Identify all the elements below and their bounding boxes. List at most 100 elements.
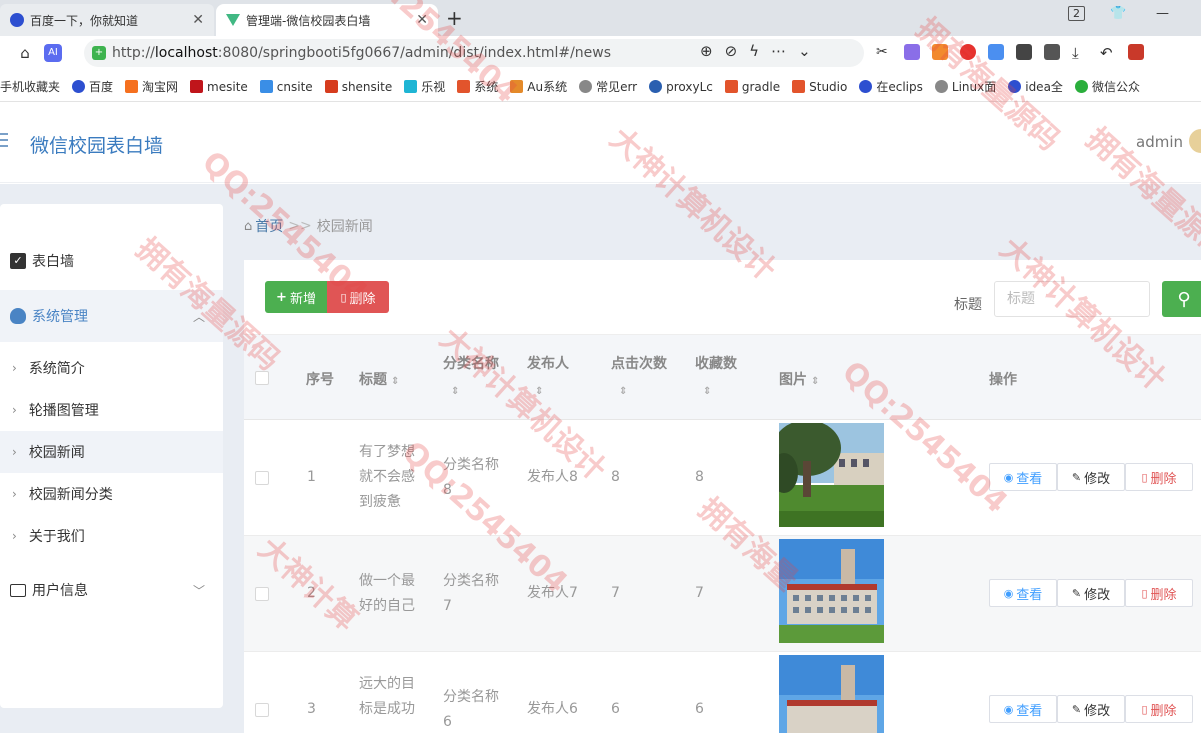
bookmark-item[interactable]: 系统 [457,78,498,95]
title-search-input[interactable] [994,281,1150,317]
row-checkbox[interactable] [255,703,269,717]
browser-tab-admin[interactable]: 管理端-微信校园表白墙 ✕ [216,4,438,36]
sidebar-item-news-category[interactable]: › 校园新闻分类 [0,473,223,515]
sidebar-item-label: 校园新闻 [28,445,85,461]
bookmark-label: 常见err [596,80,638,94]
select-all-checkbox[interactable] [255,371,269,385]
view-button[interactable]: ◉ 查看 [989,463,1057,491]
bookmark-item[interactable]: 乐视 [404,78,445,95]
url-host: localhost [154,45,218,61]
row-checkbox[interactable] [255,471,269,485]
menu-toggle-icon[interactable] [0,133,8,147]
row-delete-button[interactable]: ▯ 删除 [1125,579,1193,607]
row-checkbox[interactable] [255,587,269,601]
bookmark-item[interactable]: 淘宝网 [125,78,178,95]
header-publisher[interactable]: 发布人 ⇕ [527,351,569,405]
breadcrumb-home[interactable]: 首页 [255,216,283,236]
search-label: 标题 [954,297,982,313]
scissors-icon[interactable]: ✂ [876,44,892,60]
bookmark-item[interactable]: 百度 [72,78,113,95]
minimize-icon[interactable]: — [1156,6,1169,21]
bookmark-item[interactable]: Linux面 [934,78,996,95]
ai-icon[interactable]: AI [44,44,62,62]
weibo-icon[interactable] [960,44,976,60]
view-label: 查看 [1016,471,1043,487]
sidebar-item-system-management[interactable]: 系统管理 ︿ [0,290,223,342]
breadcrumb-current: 校园新闻 [316,219,373,235]
row-delete-button[interactable]: ▯ 删除 [1125,463,1193,491]
header-category[interactable]: 分类名称 ⇕ [443,351,499,405]
news-image[interactable] [779,655,884,733]
close-tab-icon[interactable]: ✕ [192,12,204,28]
sort-icon: ⇕ [451,386,460,397]
au-icon [510,80,524,93]
bookmark-item[interactable]: shensite [324,80,392,94]
bookmark-item[interactable]: 常见err [579,78,637,95]
bookmark-item[interactable]: proxyLc [649,80,713,94]
new-tab-button[interactable]: + [446,6,463,30]
header-image[interactable]: 图片 ⇕ [779,369,819,389]
edit-button[interactable]: ✎ 修改 [1057,579,1125,607]
bookmark-item[interactable]: 手机收藏夹 [0,78,60,95]
bookmark-item[interactable]: Au系统 [510,78,567,95]
bookmark-label: 百度 [89,80,114,94]
sidebar-item-carousel[interactable]: › 轮播图管理 [0,389,223,431]
sidebar-item-campus-news[interactable]: › 校园新闻 [0,431,223,473]
news-image[interactable] [779,539,884,643]
header-favorites[interactable]: 收藏数 ⇕ [695,351,737,405]
sidebar-item-system-intro[interactable]: › 系统简介 [0,347,223,389]
shirt-icon[interactable]: 👕 [1110,6,1126,21]
bookmark-label: idea全 [1025,80,1063,94]
row-delete-button[interactable]: ▯ 删除 [1125,695,1193,723]
browser-tab-baidu[interactable]: 百度一下，你就知道 ✕ [0,4,214,36]
cell-index: 1 [307,469,316,485]
puzzle-icon[interactable] [1044,44,1060,60]
sidebar-item-label: 轮播图管理 [28,403,99,419]
pocket-icon[interactable] [1016,44,1032,60]
window-count-badge[interactable]: 2 [1068,6,1085,21]
header-title[interactable]: 标题 ⇕ [359,369,399,389]
avatar[interactable] [1189,129,1201,153]
header-publisher-label: 发布人 [527,356,569,372]
more-icon[interactable]: ⋯ [771,42,786,60]
search-button[interactable]: ⚲ [1162,281,1201,317]
close-tab-icon[interactable]: ✕ [416,12,428,28]
home-icon[interactable]: ⌂ [12,44,38,62]
bookmark-item[interactable]: idea全 [1008,78,1063,95]
cell-publisher: 发布人7 [527,585,578,601]
delete-label: 删除 [1150,587,1177,603]
chevron-down-icon[interactable]: ⌄ [798,42,811,60]
bookmark-item[interactable]: mesite [190,80,248,94]
bag-icon[interactable] [1128,44,1144,60]
news-image[interactable] [779,423,884,527]
lightning-icon[interactable]: ϟ [749,42,759,60]
mail-icon[interactable] [988,44,1004,60]
bookmark-item[interactable]: gradle [724,80,780,94]
bookmark-item[interactable]: 微信公众 [1074,78,1140,95]
bookmark-item[interactable]: cnsite [259,80,313,94]
username[interactable]: admin [1136,133,1183,151]
table-row: 2 做一个最 好的自己 分类名称 7 发布人7 7 7 ◉ 查看 ✎ 修改 ▯ … [244,536,1201,652]
sidebar-item-user-info[interactable]: 用户信息 ﹀ [0,569,223,611]
delete-button[interactable]: ▯ 删除 [327,281,389,313]
bookmark-item[interactable]: Studio [792,80,847,94]
campus-tree-photo [779,423,884,527]
undo-icon[interactable]: ↶ [1100,44,1116,62]
sidebar-item-confession-wall[interactable]: ✓ 表白墙 [0,240,223,282]
sidebar-item-about-us[interactable]: › 关于我们 [0,515,223,557]
zoom-icon[interactable]: ⊕ [700,42,713,60]
plus-icon: + [276,289,287,305]
edit-button[interactable]: ✎ 修改 [1057,463,1125,491]
view-button[interactable]: ◉ 查看 [989,695,1057,723]
taobao-icon [125,80,139,93]
view-label: 查看 [1016,703,1043,719]
translate-icon[interactable] [904,44,920,60]
compass-icon[interactable]: ⊘ [725,42,738,60]
game-icon[interactable] [932,44,948,60]
download-icon[interactable]: ⤓ [1072,44,1088,62]
edit-button[interactable]: ✎ 修改 [1057,695,1125,723]
view-button[interactable]: ◉ 查看 [989,579,1057,607]
header-clicks[interactable]: 点击次数 ⇕ [611,351,667,405]
add-button[interactable]: + 新增 [265,281,327,313]
bookmark-item[interactable]: 在eclips [859,78,923,95]
